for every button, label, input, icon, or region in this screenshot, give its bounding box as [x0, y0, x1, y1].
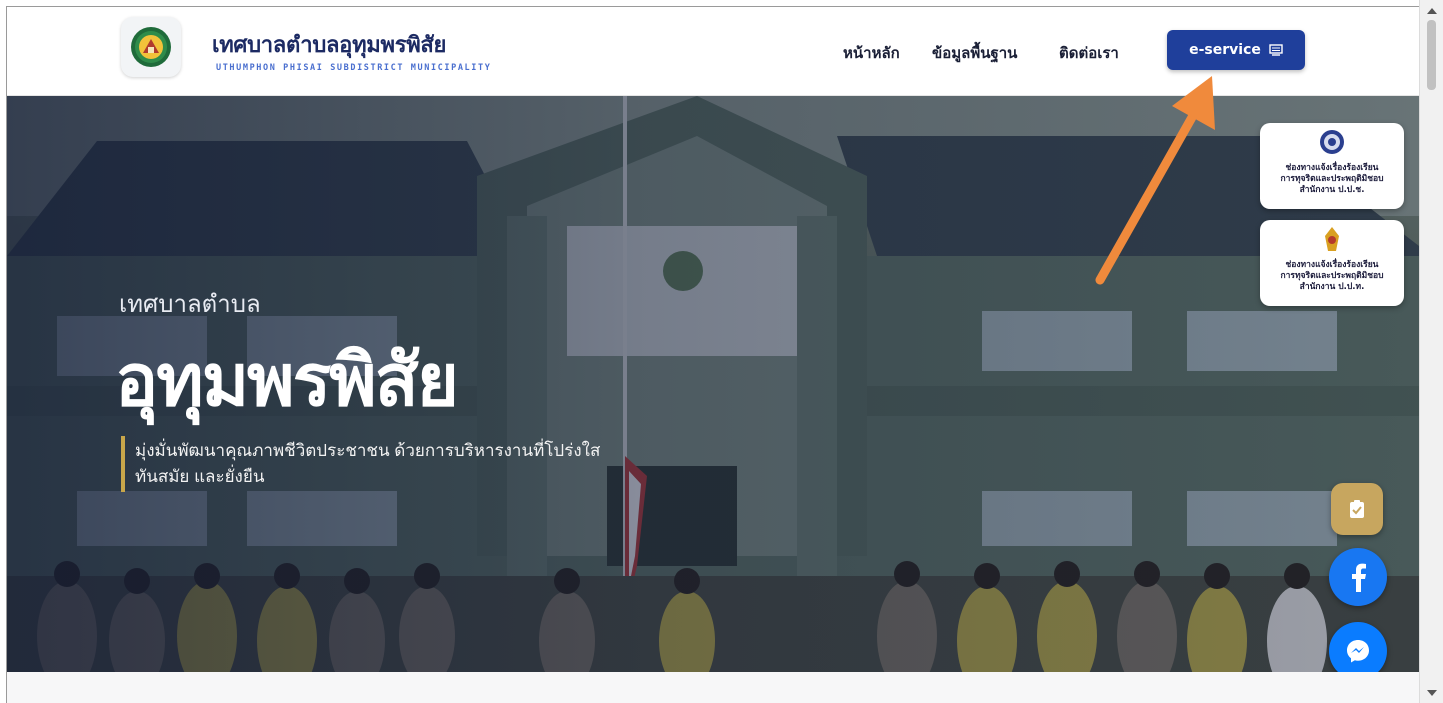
nav-home[interactable]: หน้าหลัก: [843, 41, 900, 65]
page-content-start: [7, 672, 1419, 703]
hero-description: มุ่งมั่นพัฒนาคุณภาพชีวิตประชาชน ด้วยการบ…: [135, 438, 600, 490]
municipality-emblem-icon: [131, 27, 171, 67]
hero-description-line: มุ่งมั่นพัฒนาคุณภาพชีวิตประชาชน ด้วยการบ…: [135, 441, 601, 460]
site-subtitle: UTHUMPHON PHISAI SUBDISTRICT MUNICIPALIT…: [216, 63, 492, 73]
scrollbar-thumb[interactable]: [1427, 20, 1436, 90]
nav-contact[interactable]: ติดต่อเรา: [1059, 41, 1119, 65]
facebook-float-button[interactable]: [1329, 548, 1387, 606]
site-title[interactable]: เทศบาลตำบลอุทุมพรพิสัย: [212, 27, 446, 62]
hero-accent-bar: [121, 436, 125, 492]
pacc-complaint-card[interactable]: ช่องทางแจ้งเรื่องร้องเรียน การทุจริตและป…: [1260, 220, 1404, 306]
pacc-card-text: ช่องทางแจ้งเรื่องร้องเรียน การทุจริตและป…: [1280, 260, 1384, 292]
nacc-card-text: ช่องทางแจ้งเรื่องร้องเรียน การทุจริตและป…: [1280, 163, 1384, 195]
hero-description-line: ทันสมัย และยั่งยืน: [135, 467, 265, 486]
eservice-label: e-service: [1189, 42, 1261, 58]
messenger-icon: [1347, 640, 1369, 663]
monitor-icon: [1269, 44, 1283, 56]
hero-banner: เทศบาลตำบล อุทุมพรพิสัย มุ่งมั่นพัฒนาคุณ…: [7, 96, 1419, 672]
pacc-emblem-icon: [1325, 227, 1339, 251]
hero-heading: อุทุมพรพิสัย: [115, 338, 459, 422]
messenger-float-button[interactable]: [1329, 622, 1387, 672]
nav-basic-info[interactable]: ข้อมูลพื้นฐาน: [932, 41, 1017, 65]
page-scrollbar[interactable]: [1419, 0, 1443, 703]
hero-subheading: เทศบาลตำบล: [119, 291, 261, 318]
site-header: เทศบาลตำบลอุทุมพรพิสัย UTHUMPHON PHISAI …: [7, 7, 1419, 96]
scroll-down-arrow-icon[interactable]: [1427, 690, 1437, 696]
survey-float-button[interactable]: [1331, 483, 1383, 535]
clipboard-check-icon: [1350, 500, 1364, 518]
scroll-up-arrow-icon[interactable]: [1427, 8, 1437, 14]
municipality-logo[interactable]: [121, 17, 181, 77]
nacc-complaint-card[interactable]: ช่องทางแจ้งเรื่องร้องเรียน การทุจริตและป…: [1260, 123, 1404, 209]
facebook-icon: [1352, 563, 1366, 592]
eservice-button[interactable]: e-service: [1167, 30, 1305, 70]
nacc-emblem-icon: [1320, 130, 1344, 154]
